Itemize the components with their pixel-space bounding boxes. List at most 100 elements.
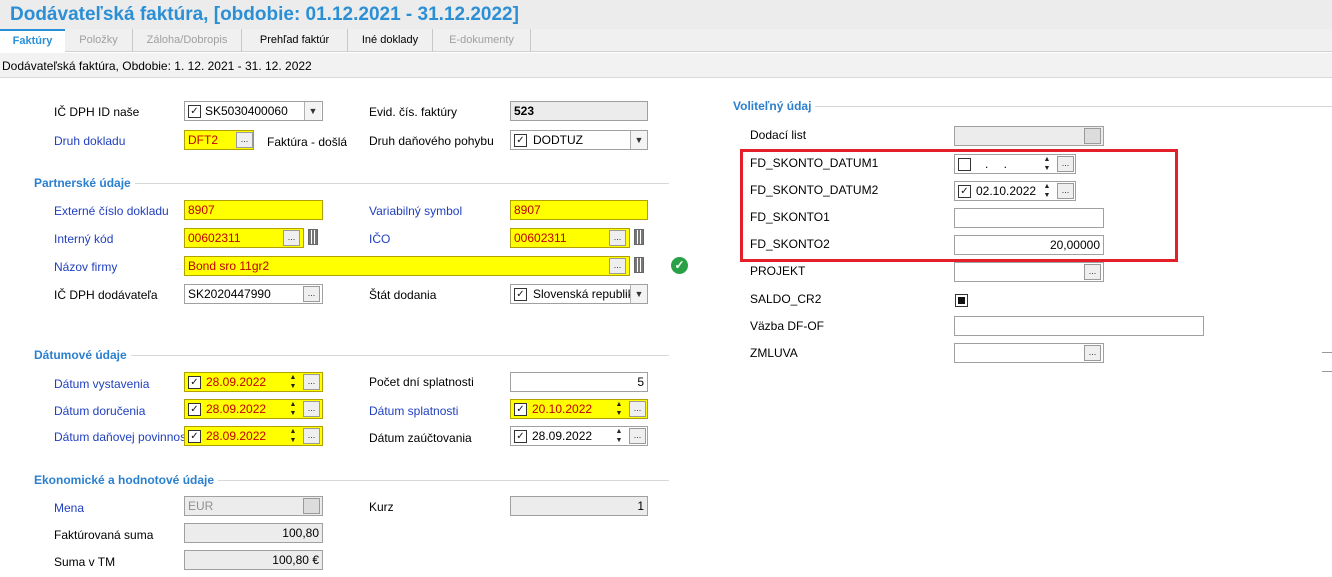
datum-splatnosti-spinner[interactable]: ▲ ▼: [613, 400, 625, 418]
building-icon[interactable]: [308, 229, 318, 245]
mena-browse-button: [303, 498, 320, 514]
tab-zaloha-dobropis[interactable]: Záloha/Dobropis: [133, 29, 242, 52]
datum-danovej-checkbox[interactable]: ✓: [188, 430, 201, 443]
datum-dorucenia-checkbox[interactable]: ✓: [188, 403, 201, 416]
ic-dph-nase-label: IČ DPH ID naše: [54, 105, 140, 119]
dodaci-list-label: Dodací list: [750, 128, 807, 142]
kurz-field: 1: [510, 496, 648, 516]
externe-cislo-input[interactable]: 8907: [184, 200, 323, 220]
stat-dodania-select[interactable]: Slovenská republika: [510, 284, 648, 304]
danovy-pohyb-checkbox[interactable]: ✓: [514, 134, 527, 147]
stat-dodania-value: Slovenská republika: [533, 287, 641, 301]
fakturovana-suma-field: 100,80: [184, 523, 323, 543]
tab-e-dokumenty[interactable]: E-dokumenty: [433, 29, 531, 52]
tab-faktury[interactable]: Faktúry: [0, 29, 65, 52]
highlight-box: [740, 149, 1178, 262]
datum-zauctovania-calendar-button[interactable]: ...: [629, 428, 646, 444]
zmluva-label: ZMLUVA: [750, 346, 798, 360]
tab-prehlad-faktur[interactable]: Prehľad faktúr: [242, 29, 348, 52]
datum-danovej-value: 28.09.2022: [206, 429, 267, 443]
ic-dph-dodavatela-label: IČ DPH dodávateľa: [54, 288, 158, 302]
ic-dph-nase-value: SK5030400060: [205, 104, 288, 118]
form-subtitle: Dodávateľská faktúra, Obdobie: 1. 12. 20…: [2, 59, 312, 73]
datum-zauctovania-label: Dátum zaúčtovania: [369, 431, 472, 445]
mena-label: Mena: [54, 501, 85, 515]
datum-splatnosti-value: 20.10.2022: [532, 402, 593, 416]
suma-tm-field: 100,80 €: [184, 550, 323, 570]
suma-tm-label: Suma v TM: [54, 555, 116, 569]
externe-cislo-label: Externé číslo dokladu: [54, 204, 169, 218]
dodaci-list-browse-button: [1084, 128, 1101, 144]
chevron-down-icon[interactable]: ▼: [630, 131, 647, 149]
section-dates: Dátumové údaje: [34, 348, 669, 362]
interny-kod-label: Interný kód: [54, 232, 114, 246]
section-optional-title: Voliteľný údaj: [733, 99, 816, 113]
window-titlebar: Dodávateľská faktúra, [obdobie: 01.12.20…: [0, 0, 1332, 29]
datum-splatnosti-checkbox[interactable]: ✓: [514, 403, 527, 416]
danovy-pohyb-value: DODTUZ: [533, 133, 583, 147]
ic-dph-nase-checkbox[interactable]: ✓: [188, 105, 201, 118]
datum-zauctovania-checkbox[interactable]: ✓: [514, 430, 527, 443]
datum-danovej-calendar-button[interactable]: ...: [303, 428, 320, 444]
kurz-label: Kurz: [369, 500, 394, 514]
section-dates-title: Dátumové údaje: [34, 348, 131, 362]
ico-browse-button[interactable]: ...: [609, 230, 626, 246]
tab-polozky[interactable]: Položky: [65, 29, 133, 52]
datum-splatnosti-calendar-button[interactable]: ...: [629, 401, 646, 417]
stat-dodania-label: Štát dodania: [369, 288, 437, 302]
building-icon[interactable]: [634, 229, 644, 245]
chevron-down-icon[interactable]: ▼: [630, 285, 647, 303]
saldo-cr2-label: SALDO_CR2: [750, 292, 822, 306]
variabilny-symbol-label: Variabilný symbol: [369, 204, 463, 218]
druh-dokladu-label: Druh dokladu: [54, 134, 126, 148]
datum-vystavenia-calendar-button[interactable]: ...: [303, 374, 320, 390]
building-icon[interactable]: [634, 257, 644, 273]
datum-danovej-label: Dátum daňovej povinnosti: [54, 430, 193, 444]
dodaci-list-field: [954, 126, 1104, 146]
danovy-pohyb-label: Druh daňového pohybu: [369, 134, 494, 148]
scroll-edge-marker: [1322, 371, 1332, 372]
tab-bar: Faktúry Položky Záloha/Dobropis Prehľad …: [0, 29, 1332, 52]
nazov-firmy-browse-button[interactable]: ...: [609, 258, 626, 274]
datum-dorucenia-spinner[interactable]: ▲ ▼: [287, 400, 299, 418]
nazov-firmy-label: Názov firmy: [54, 260, 118, 274]
variabilny-symbol-input[interactable]: 8907: [510, 200, 648, 220]
section-partner-title: Partnerské údaje: [34, 176, 135, 190]
datum-zauctovania-input[interactable]: 28.09.2022: [510, 426, 648, 446]
section-economic: Ekonomické a hodnotové údaje: [34, 473, 669, 487]
chevron-down-icon[interactable]: ▼: [304, 102, 321, 120]
stat-dodania-checkbox[interactable]: ✓: [514, 288, 527, 301]
druh-dokladu-browse-button[interactable]: ...: [236, 132, 253, 148]
evid-cislo-label: Evid. čís. faktúry: [369, 105, 458, 119]
datum-splatnosti-label: Dátum splatnosti: [369, 404, 459, 418]
vazba-df-of-input[interactable]: [954, 316, 1204, 336]
saldo-cr2-checkbox[interactable]: [955, 294, 968, 307]
druh-dokladu-description: Faktúra - došlá: [267, 135, 348, 149]
danovy-pohyb-select[interactable]: DODTUZ: [510, 130, 648, 150]
datum-zauctovania-spinner[interactable]: ▲ ▼: [613, 427, 625, 445]
datum-splatnosti-input[interactable]: 20.10.2022: [510, 399, 648, 419]
nazov-firmy-input[interactable]: Bond sro 11gr2: [184, 256, 630, 276]
pocet-dni-input[interactable]: 5: [510, 372, 648, 392]
datum-danovej-spinner[interactable]: ▲ ▼: [287, 427, 299, 445]
tab-ine-doklady[interactable]: Iné doklady: [348, 29, 433, 52]
ic-dph-dodavatela-browse-button[interactable]: ...: [303, 286, 320, 302]
datum-dorucenia-calendar-button[interactable]: ...: [303, 401, 320, 417]
interny-kod-browse-button[interactable]: ...: [283, 230, 300, 246]
projekt-browse-button[interactable]: ...: [1084, 264, 1101, 280]
section-optional: Voliteľný údaj: [733, 99, 1332, 113]
datum-vystavenia-checkbox[interactable]: ✓: [188, 376, 201, 389]
zmluva-input[interactable]: [954, 343, 1104, 363]
pocet-dni-label: Počet dní splatnosti: [369, 375, 474, 389]
datum-vystavenia-spinner[interactable]: ▲ ▼: [287, 373, 299, 391]
datum-vystavenia-value: 28.09.2022: [206, 375, 267, 389]
projekt-input[interactable]: [954, 262, 1104, 282]
zmluva-browse-button[interactable]: ...: [1084, 345, 1101, 361]
ic-dph-nase-select[interactable]: SK5030400060: [184, 101, 323, 121]
window-title: Dodávateľská faktúra, [obdobie: 01.12.20…: [10, 4, 519, 25]
vazba-df-of-label: Väzba DF-OF: [750, 319, 825, 333]
scroll-edge-marker: [1322, 352, 1332, 353]
evid-cislo-field: 523: [510, 101, 648, 121]
datum-vystavenia-label: Dátum vystavenia: [54, 377, 150, 391]
datum-dorucenia-label: Dátum doručenia: [54, 404, 146, 418]
